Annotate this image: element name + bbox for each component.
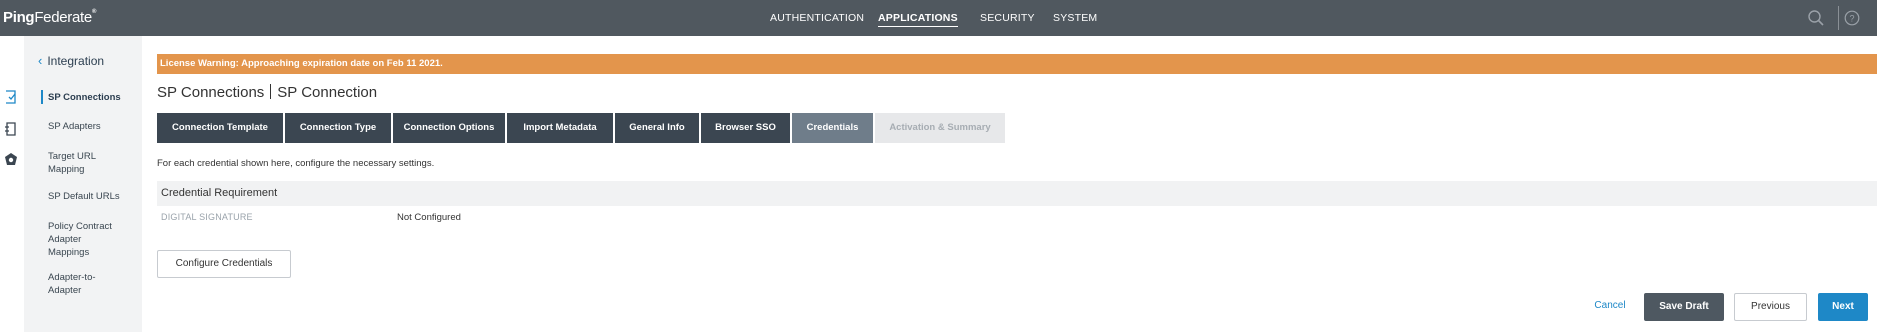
active-indicator bbox=[41, 90, 43, 104]
wizard-tabs: Connection Template Connection Type Conn… bbox=[157, 113, 1007, 143]
tab-connection-template[interactable]: Connection Template bbox=[157, 113, 283, 143]
help-icon[interactable]: ? bbox=[1844, 10, 1860, 26]
subnav-item-policy-contract-adapter-mappings[interactable]: Policy Contract Adapter Mappings bbox=[48, 220, 120, 259]
breadcrumb-sp-connections[interactable]: SP Connections bbox=[157, 84, 264, 101]
instructions-text: For each credential shown here, configur… bbox=[157, 158, 435, 169]
back-label: Integration bbox=[47, 53, 105, 68]
configure-credentials-button[interactable]: Configure Credentials bbox=[157, 250, 291, 278]
tab-credentials[interactable]: Credentials bbox=[792, 113, 873, 143]
subnav-item-target-url-mapping[interactable]: Target URL Mapping bbox=[48, 150, 108, 176]
sp-connections-icon[interactable] bbox=[3, 89, 19, 105]
back-to-integration[interactable]: ‹ Integration bbox=[38, 53, 104, 68]
next-button[interactable]: Next bbox=[1818, 293, 1868, 321]
tab-connection-type[interactable]: Connection Type bbox=[285, 113, 391, 143]
digital-signature-label: DIGITAL SIGNATURE bbox=[161, 212, 253, 222]
svg-text:?: ? bbox=[1849, 14, 1854, 24]
section-header-credential-requirement: Credential Requirement bbox=[157, 181, 1877, 206]
subnav-item-sp-default-urls[interactable]: SP Default URLs bbox=[48, 190, 140, 203]
subnav-item-adapter-to-adapter[interactable]: Adapter-to-Adapter bbox=[48, 271, 108, 297]
license-warning-banner: License Warning: Approaching expiration … bbox=[157, 54, 1877, 74]
logo-text-light: Federate bbox=[34, 9, 92, 26]
tab-browser-sso[interactable]: Browser SSO bbox=[701, 113, 790, 143]
breadcrumb-sp-connection: SP Connection bbox=[277, 84, 378, 101]
tab-activation-summary: Activation & Summary bbox=[875, 113, 1005, 143]
pingfederate-logo[interactable]: PingFederate® bbox=[3, 9, 96, 26]
subnav-item-sp-adapters[interactable]: SP Adapters bbox=[48, 120, 140, 133]
digital-signature-status: Not Configured bbox=[397, 212, 461, 223]
previous-button[interactable]: Previous bbox=[1734, 293, 1807, 321]
cancel-button[interactable]: Cancel bbox=[1575, 293, 1645, 321]
nav-applications[interactable]: APPLICATIONS bbox=[878, 0, 970, 36]
subnav-item-sp-connections[interactable]: SP Connections bbox=[48, 91, 140, 104]
tab-connection-options[interactable]: Connection Options bbox=[393, 113, 505, 143]
save-draft-button[interactable]: Save Draft bbox=[1644, 293, 1724, 321]
chevron-left-icon: ‹ bbox=[38, 53, 43, 68]
sub-navigation: ‹ Integration SP Connections SP Adapters… bbox=[24, 36, 142, 332]
icon-rail bbox=[0, 36, 24, 332]
nav-system[interactable]: SYSTEM bbox=[1053, 0, 1113, 36]
tab-general-info[interactable]: General Info bbox=[615, 113, 699, 143]
tab-import-metadata[interactable]: Import Metadata bbox=[507, 113, 613, 143]
toolbar-divider bbox=[1838, 6, 1839, 30]
main-content: License Warning: Approaching expiration … bbox=[157, 36, 1877, 332]
sp-adapters-icon[interactable] bbox=[3, 121, 19, 137]
main-nav: AUTHENTICATION APPLICATIONS SECURITY SYS… bbox=[770, 0, 1113, 36]
nav-security[interactable]: SECURITY bbox=[980, 0, 1050, 36]
top-bar: PingFederate® AUTHENTICATION APPLICATION… bbox=[0, 0, 1877, 36]
logo-text-bold: Ping bbox=[3, 9, 35, 26]
page-title: SP Connections SP Connection bbox=[157, 84, 377, 101]
breadcrumb-separator bbox=[270, 84, 272, 99]
search-icon[interactable] bbox=[1807, 9, 1825, 27]
nav-authentication[interactable]: AUTHENTICATION bbox=[770, 0, 872, 36]
target-mapping-icon[interactable] bbox=[3, 152, 19, 168]
